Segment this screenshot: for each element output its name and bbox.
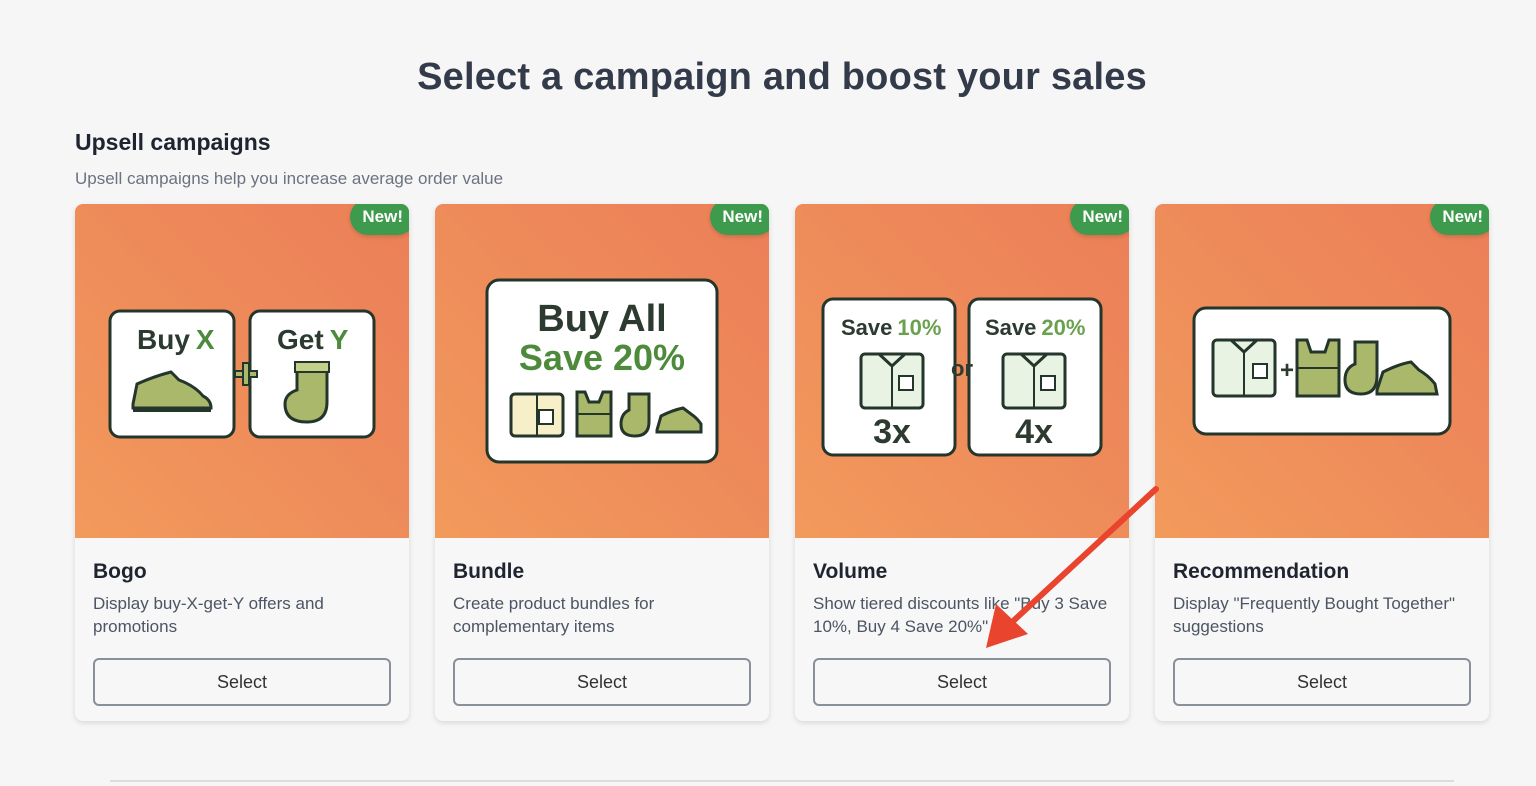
bundle-illustration: Buy All Save 20% New!	[435, 204, 769, 538]
section-description: Upsell campaigns help you increase avera…	[75, 169, 504, 188]
recommendation-illustration: + New!	[1155, 204, 1489, 538]
card-title: Volume	[813, 560, 888, 583]
select-bundle-button[interactable]: Select	[453, 658, 751, 706]
svg-text:Save 20%: Save 20%	[519, 337, 685, 378]
campaign-card-volume: Save 10% Save 20% or 3x 4x New! Volume Sho…	[795, 204, 1129, 721]
new-badge: New!	[350, 204, 409, 235]
new-badge: New!	[1430, 204, 1489, 235]
card-description: Show tiered discounts like "Buy 3 Save 1…	[813, 594, 1108, 636]
svg-text:+: +	[1280, 357, 1294, 384]
card-description: Create product bundles for complementary…	[453, 594, 655, 636]
bogo-illustration: Buy X Get Y New!	[75, 204, 409, 538]
svg-text:BuyX: Buy X	[137, 324, 215, 355]
svg-text:3x: 3x	[873, 413, 911, 451]
campaign-card-recommendation: + New! Recommendation Display "Frequentl…	[1155, 204, 1489, 721]
page-title: Select a campaign and boost your sales	[417, 56, 1147, 98]
svg-text:Save20%: Save 20%	[985, 315, 1085, 340]
select-volume-button[interactable]: Select	[813, 658, 1111, 706]
svg-text:GetY: Get Y	[277, 324, 349, 355]
section-divider	[110, 780, 1454, 782]
card-description: Display "Frequently Bought Together" sug…	[1173, 594, 1456, 636]
new-badge: New!	[1070, 204, 1129, 235]
volume-illustration: Save 10% Save 20% or 3x 4x New!	[795, 204, 1129, 538]
new-badge: New!	[710, 204, 769, 235]
svg-text:Save10%: Save 10%	[841, 315, 941, 340]
card-title: Bundle	[453, 560, 525, 583]
select-bogo-button[interactable]: Select	[93, 658, 391, 706]
svg-text:Buy All: Buy All	[537, 298, 667, 340]
svg-text:4x: 4x	[1015, 413, 1053, 451]
campaign-card-bundle: Buy All Save 20% New! Bundle Create prod…	[435, 204, 769, 721]
svg-text:or: or	[951, 356, 973, 381]
section-title: Upsell campaigns	[75, 129, 271, 155]
campaign-card-bogo: Buy X Get Y New! Bogo Display buy-X-get-Y …	[75, 204, 409, 721]
select-recommendation-button[interactable]: Select	[1173, 658, 1471, 706]
card-description: Display buy-X-get-Y offers and promotion…	[93, 594, 324, 636]
card-title: Bogo	[93, 560, 147, 583]
card-title: Recommendation	[1173, 560, 1350, 583]
